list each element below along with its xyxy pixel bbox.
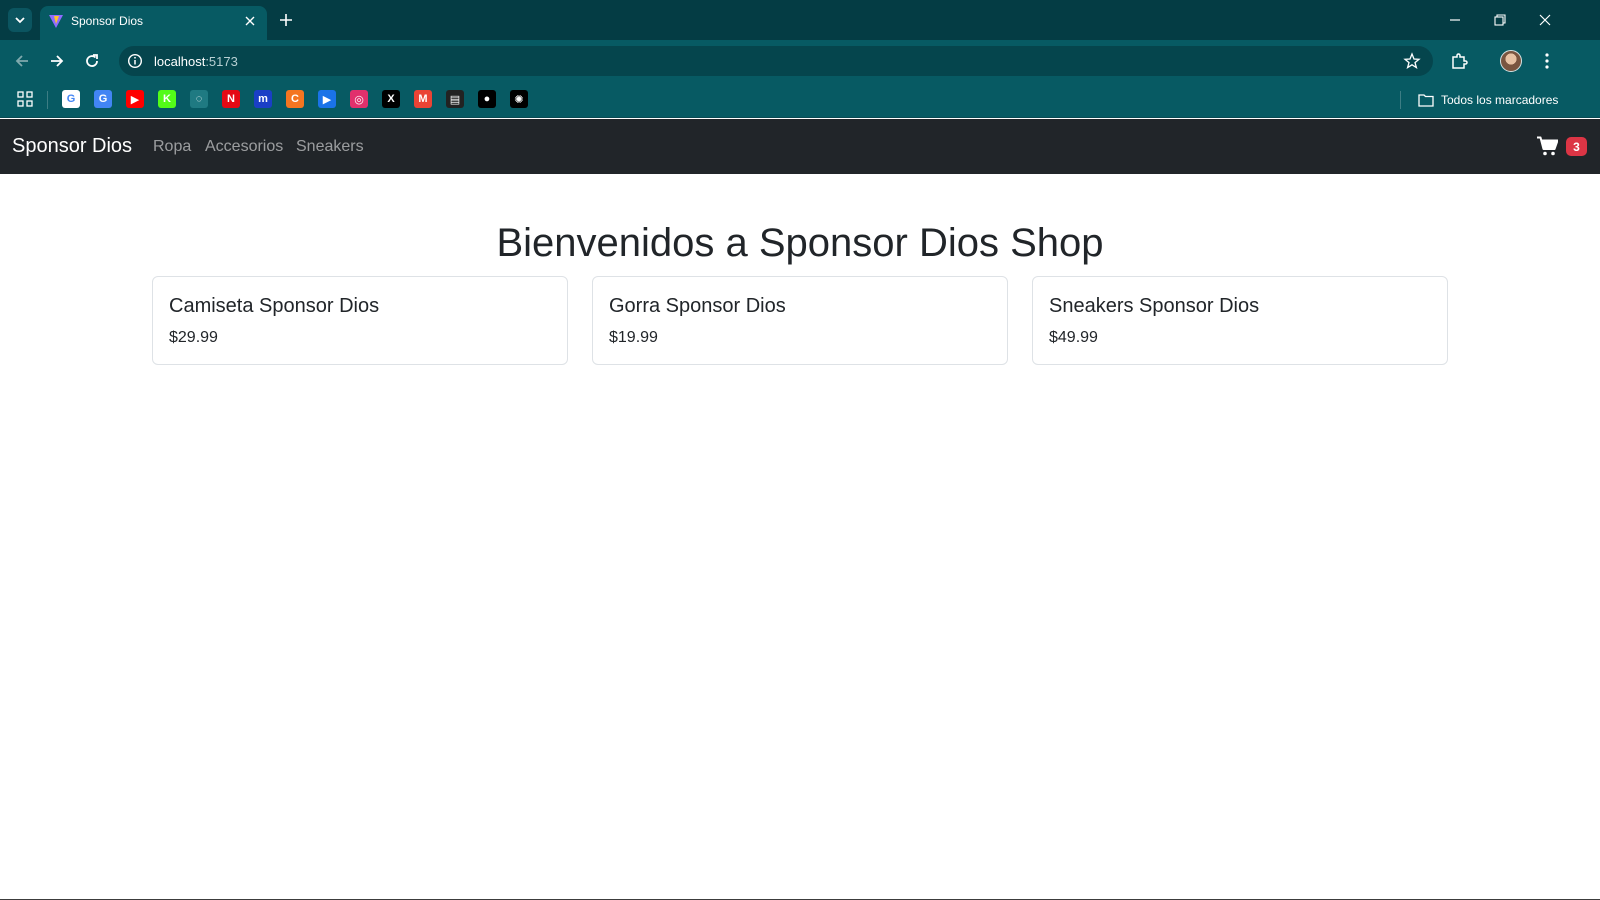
product-card: Gorra Sponsor Dios $19.99: [592, 276, 1008, 365]
x-icon[interactable]: X: [382, 90, 400, 108]
url-port: :5173: [205, 54, 238, 69]
crunchyroll-icon[interactable]: C: [286, 90, 304, 108]
cart-icon[interactable]: [1537, 136, 1558, 156]
product-price: $29.99: [169, 329, 218, 346]
bookmarks-bar: G G ▶ K ◌ Nm C ▶ ◎ X M ▤ ● ✺ Todos los marcadores: [0, 82, 1600, 118]
tab-strip: Sponsor Dios: [0, 0, 1600, 40]
page-title: Bienvenidos a Sponsor Dios Shop: [496, 221, 1104, 265]
extensions-button[interactable]: [1448, 50, 1470, 72]
back-button[interactable]: [10, 49, 34, 73]
cart-count-badge: 3: [1566, 137, 1587, 156]
youtube-icon[interactable]: ▶: [126, 90, 144, 108]
product-card: Camiseta Sponsor Dios $29.99: [152, 276, 568, 365]
product-title: Gorra Sponsor Dios: [609, 295, 786, 317]
all-bookmarks-button[interactable]: Todos los marcadores: [1418, 91, 1558, 109]
url-host: localhost: [154, 54, 206, 69]
new-tab-button[interactable]: [276, 10, 296, 30]
close-icon: [245, 16, 255, 26]
bookmark-star-icon[interactable]: [1403, 52, 1421, 70]
minimize-button[interactable]: [1441, 8, 1469, 32]
nav-link-ropa[interactable]: Ropa: [153, 138, 191, 156]
unknown-bookmark-icon[interactable]: ◌: [190, 90, 208, 108]
plus-icon: [280, 14, 292, 26]
brand-link[interactable]: Sponsor Dios: [12, 135, 132, 158]
all-bookmarks-label: Todos los marcadores: [1441, 93, 1559, 107]
url-text: localhost:5173: [154, 54, 238, 69]
restore-icon: [1494, 14, 1506, 26]
browser-toolbar: localhost:5173: [0, 40, 1600, 82]
kebab-menu-icon: [1545, 53, 1549, 69]
m-icon[interactable]: m: [254, 90, 272, 108]
folder-icon: [1418, 94, 1434, 107]
chatgpt-icon[interactable]: ✺: [510, 90, 528, 108]
close-window-button[interactable]: [1531, 8, 1559, 32]
site-info-icon: [127, 53, 143, 69]
arrow-right-icon: [51, 55, 64, 67]
tab-search-button[interactable]: [8, 8, 32, 32]
site-navbar: Sponsor Dios Ropa Accesorios Sneakers 3: [0, 119, 1600, 174]
translate-icon[interactable]: G: [94, 90, 112, 108]
netflix-icon[interactable]: N: [222, 90, 240, 108]
bookmark-icon[interactable]: ▤: [446, 90, 464, 108]
bookmarks-separator: [47, 91, 48, 109]
active-tab[interactable]: Sponsor Dios: [40, 6, 267, 40]
reload-icon: [86, 54, 98, 67]
address-bar[interactable]: localhost:5173: [119, 46, 1433, 76]
gmail-icon[interactable]: M: [414, 90, 432, 108]
play-icon[interactable]: ▶: [318, 90, 336, 108]
web-page: Sponsor Dios Ropa Accesorios Sneakers 3 …: [0, 119, 1600, 900]
apps-grid-icon[interactable]: [16, 90, 34, 108]
product-card: Sneakers Sponsor Dios $49.99: [1032, 276, 1448, 365]
forward-button[interactable]: [45, 49, 69, 73]
minimize-icon: [1450, 19, 1460, 21]
product-title: Sneakers Sponsor Dios: [1049, 295, 1260, 317]
reload-button[interactable]: [80, 49, 104, 73]
chevron-down-icon: [15, 17, 25, 24]
vite-favicon-icon: [49, 15, 63, 28]
nav-link-accesorios[interactable]: Accesorios: [205, 138, 283, 156]
instagram-icon[interactable]: ◎: [350, 90, 368, 108]
restore-button[interactable]: [1486, 8, 1514, 32]
product-title: Camiseta Sponsor Dios: [169, 295, 380, 317]
product-price: $19.99: [609, 329, 658, 346]
tab-title: Sponsor Dios: [71, 14, 144, 28]
nav-link-sneakers[interactable]: Sneakers: [296, 138, 364, 156]
product-price: $49.99: [1049, 329, 1098, 346]
puzzle-icon: [1452, 53, 1468, 69]
close-icon: [1539, 14, 1551, 26]
arrow-left-icon: [15, 55, 28, 67]
google-icon[interactable]: G: [62, 90, 80, 108]
profile-avatar[interactable]: [1500, 50, 1522, 72]
browser-menu-button[interactable]: [1536, 50, 1558, 72]
kick-icon[interactable]: K: [158, 90, 176, 108]
bookmarks-separator: [1400, 91, 1401, 109]
github-icon[interactable]: ●: [478, 90, 496, 108]
tab-close-button[interactable]: [242, 13, 258, 29]
